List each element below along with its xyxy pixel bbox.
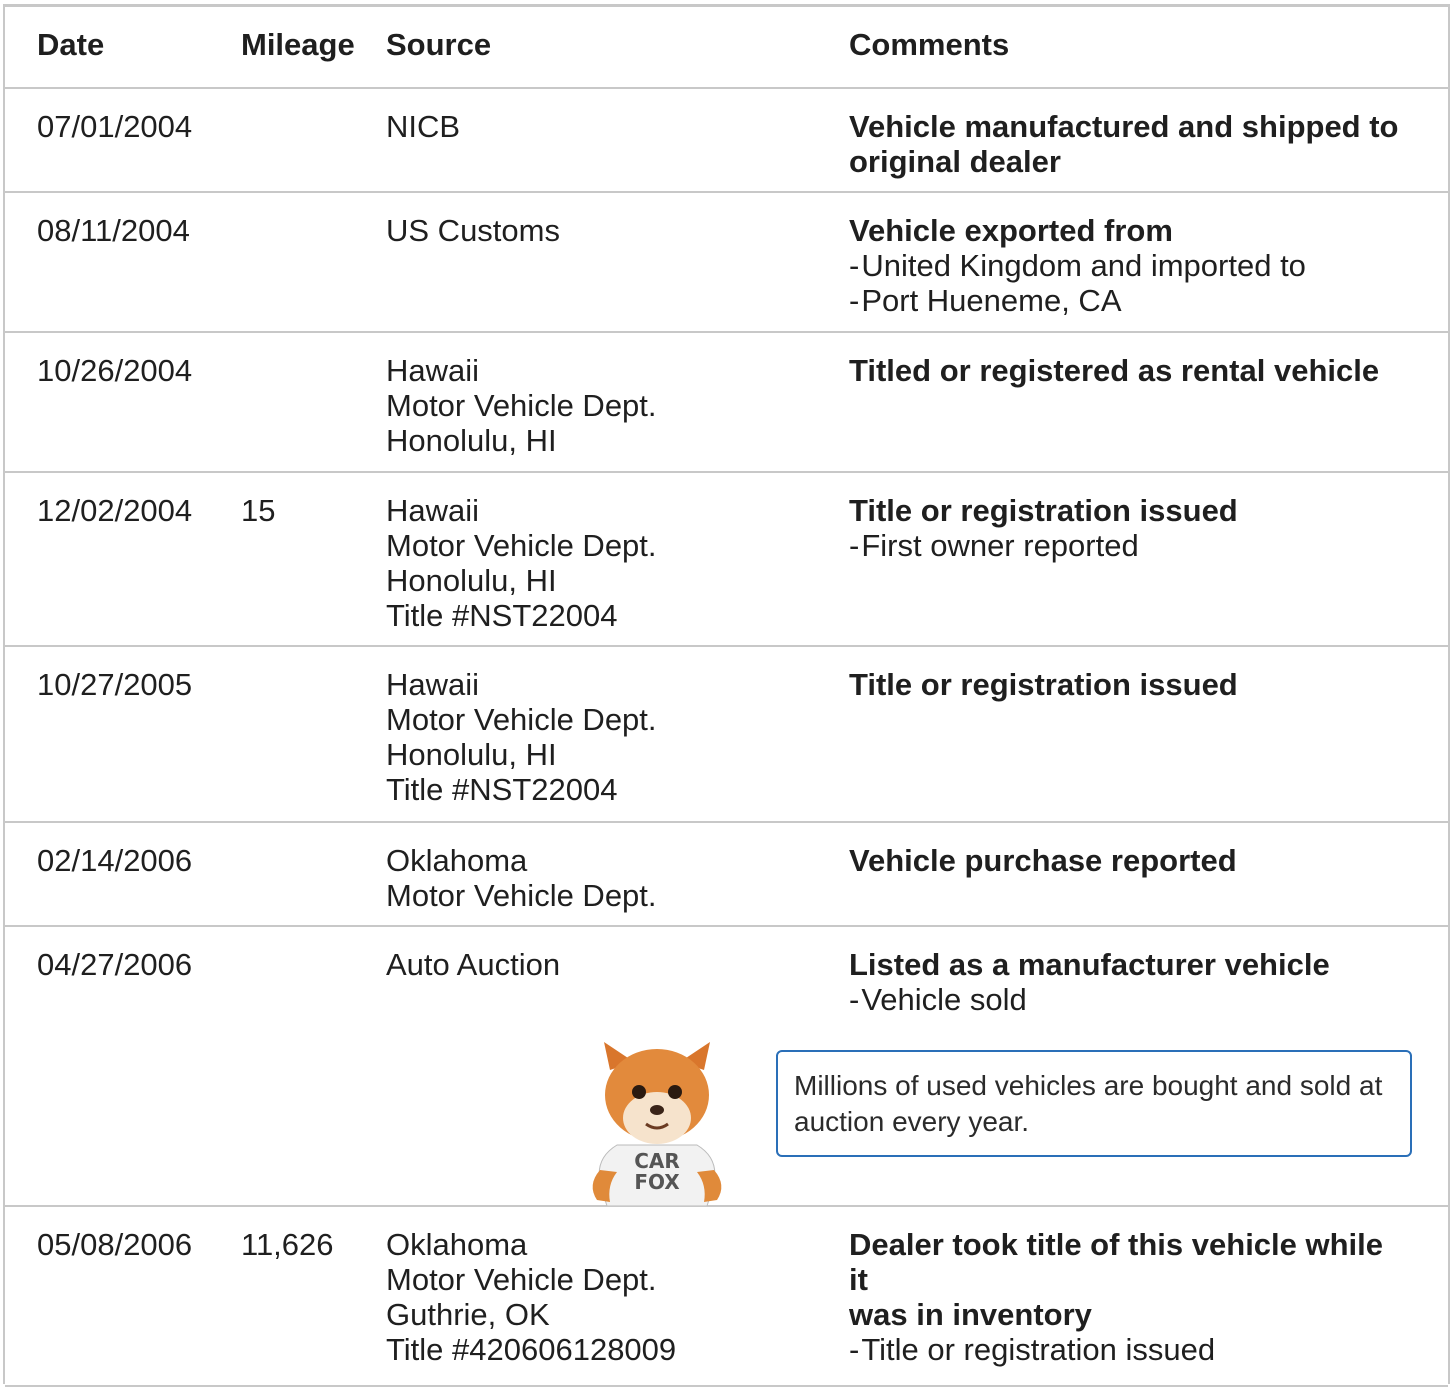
table-header-row: Date Mileage Source Comments: [5, 7, 1448, 89]
comment-detail: United Kingdom and imported to: [849, 248, 1409, 283]
table-row: 10/26/2004 Hawaii Motor Vehicle Dept. Honol…: [5, 333, 1448, 473]
comment-title: Vehicle purchase reported: [849, 843, 1237, 878]
row-source: Oklahoma Motor Vehicle Dept.: [386, 843, 657, 913]
comment-title: Dealer took title of this vehicle while …: [849, 1227, 1384, 1297]
row-date: 07/01/2004: [37, 109, 193, 144]
row-date: 08/11/2004: [37, 213, 190, 248]
row-date: 12/02/2004: [37, 493, 193, 528]
row-date: 10/26/2004: [37, 353, 193, 388]
source-line: Hawaii: [386, 493, 480, 528]
source-line: Motor Vehicle Dept.: [386, 878, 657, 913]
row-source: Hawaii Motor Vehicle Dept. Honolulu, HI Tit…: [386, 493, 657, 633]
source-line: Motor Vehicle Dept.: [386, 702, 657, 737]
table-row: 07/01/2004 NICB Vehicle manufactured and s…: [5, 89, 1448, 193]
row-source: Hawaii Motor Vehicle Dept. Honolulu, HI Tit…: [386, 667, 657, 807]
source-line: Motor Vehicle Dept.: [386, 528, 657, 563]
comment-title: Listed as a manufacturer vehicle: [849, 947, 1330, 982]
comment-title: original dealer: [849, 144, 1061, 179]
table-row: 05/08/2006 11,626 Oklahoma Motor Vehicle De…: [5, 1207, 1448, 1387]
comment-detail: Vehicle sold: [849, 982, 1409, 1017]
source-line: US Customs: [386, 213, 560, 248]
auction-tip-text: Millions of used vehicles are bought and…: [794, 1070, 1383, 1137]
source-line: Auto Auction: [386, 947, 561, 982]
comment-title: Titled or registered as rental vehicle: [849, 353, 1380, 388]
row-comments: Vehicle exported fromUnited Kingdom and …: [849, 213, 1409, 318]
table-row: 08/11/2004 US Customs Vehicle exported fro…: [5, 193, 1448, 333]
row-comments: Title or registration issued: [849, 667, 1409, 702]
row-comments: Listed as a manufacturer vehicleVehicle …: [849, 947, 1409, 1017]
row-source: Oklahoma Motor Vehicle Dept. Guthrie, OK Ti…: [386, 1227, 676, 1367]
auction-tip-box: Millions of used vehicles are bought and…: [776, 1050, 1412, 1157]
column-header-date: Date: [37, 27, 105, 62]
row-source: NICB: [386, 109, 460, 144]
comment-detail: Title or registration issued: [849, 1332, 1409, 1367]
column-header-comments: Comments: [849, 27, 1010, 62]
source-line: Motor Vehicle Dept.: [386, 1262, 657, 1297]
row-date: 02/14/2006: [37, 843, 193, 878]
row-comments: Vehicle purchase reported: [849, 843, 1409, 878]
comment-detail: First owner reported: [849, 528, 1409, 563]
table-row: 02/14/2006 Oklahoma Motor Vehicle Dept. Veh…: [5, 823, 1448, 927]
row-date: 04/27/2006: [37, 947, 193, 982]
car-fox-mascot-icon: CAR FOX: [592, 1042, 722, 1206]
row-mileage: 15: [241, 493, 276, 528]
source-line: NICB: [386, 109, 461, 144]
row-comments: Titled or registered as rental vehicle: [849, 353, 1409, 388]
source-line: Guthrie, OK: [386, 1297, 550, 1332]
comment-title: Vehicle exported from: [849, 213, 1173, 248]
row-source: US Customs: [386, 213, 560, 248]
source-line: Honolulu, HI: [386, 423, 557, 458]
row-comments: Dealer took title of this vehicle while …: [849, 1227, 1409, 1367]
table-row: 10/27/2005 Hawaii Motor Vehicle Dept. Honol…: [5, 647, 1448, 823]
comment-detail: Port Hueneme, CA: [849, 283, 1409, 318]
source-line: Title #NST22004: [386, 772, 618, 807]
comment-title: Title or registration issued: [849, 667, 1238, 702]
comment-title: Title or registration issued: [849, 493, 1238, 528]
mascot-shirt-text-bottom: FOX: [634, 1170, 680, 1194]
row-mileage: 11,626: [241, 1227, 334, 1262]
row-date: 05/08/2006: [37, 1227, 193, 1262]
source-line: Oklahoma: [386, 1227, 528, 1262]
source-line: Title #420606128009: [386, 1332, 677, 1367]
row-comments: Vehicle manufactured and shipped to origi…: [849, 109, 1409, 179]
column-header-mileage: Mileage: [241, 27, 355, 62]
source-line: Hawaii: [386, 667, 480, 702]
source-line: Title #NST22004: [386, 598, 618, 633]
row-source: Auto Auction: [386, 947, 560, 982]
comment-title: Vehicle manufactured and shipped to: [849, 109, 1399, 144]
table-row: 12/02/2004 15 Hawaii Motor Vehicle Dept. Hon…: [5, 473, 1448, 647]
source-line: Hawaii: [386, 353, 480, 388]
source-line: Oklahoma: [386, 843, 528, 878]
column-header-source: Source: [386, 27, 492, 62]
row-source: Hawaii Motor Vehicle Dept. Honolulu, HI: [386, 353, 657, 458]
row-date: 10/27/2005: [37, 667, 193, 702]
row-comments: Title or registration issuedFirst owner …: [849, 493, 1409, 563]
source-line: Honolulu, HI: [386, 737, 557, 772]
source-line: Honolulu, HI: [386, 563, 557, 598]
comment-title: was in inventory: [849, 1297, 1092, 1332]
source-line: Motor Vehicle Dept.: [386, 388, 657, 423]
